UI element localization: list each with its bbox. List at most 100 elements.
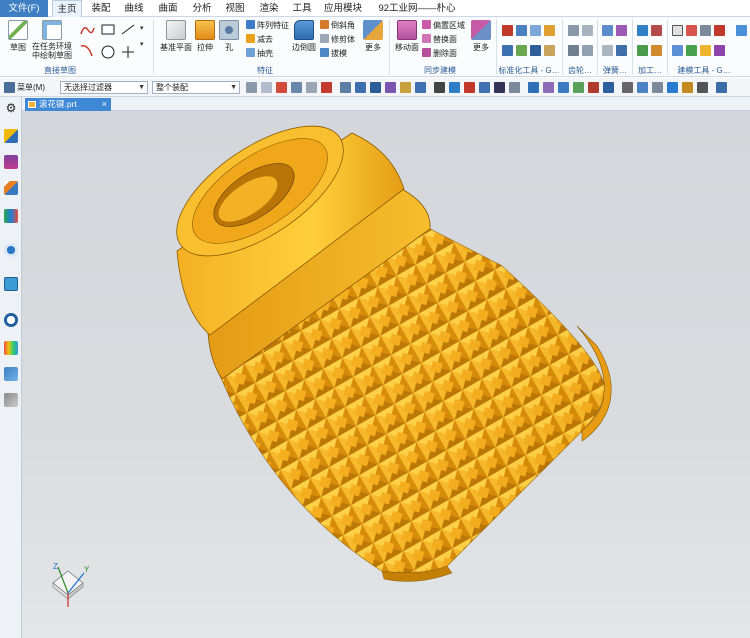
snap-tool-icon[interactable] <box>558 82 569 93</box>
history-clock-icon[interactable] <box>4 313 18 327</box>
sync-more-button[interactable]: 更多 <box>470 20 492 53</box>
std-tool-icon[interactable] <box>516 25 527 36</box>
snap-tool-icon[interactable] <box>682 82 693 93</box>
snap-tool-icon[interactable] <box>261 82 272 93</box>
settings-gear-icon[interactable]: ⚙ <box>4 101 18 115</box>
task-sketch-button[interactable]: 在任务环境中绘制草图 <box>32 20 72 60</box>
spring-tools-label[interactable]: 弹簧… <box>598 65 632 76</box>
snap-tool-icon[interactable] <box>276 82 287 93</box>
snap-tool-icon[interactable] <box>716 82 727 93</box>
selection-scope-dropdown[interactable]: 整个装配 ▼ <box>152 81 240 94</box>
snap-tool-icon[interactable] <box>637 82 648 93</box>
machining-icon[interactable] <box>651 25 662 36</box>
datum-plane-button[interactable]: 基准平面 <box>160 20 192 53</box>
std-tool-icon[interactable] <box>544 25 555 36</box>
tab-applications[interactable]: 应用模块 <box>320 0 366 17</box>
reuse-library-icon[interactable] <box>4 209 18 223</box>
spring-icon[interactable] <box>602 45 613 56</box>
machining-icon[interactable] <box>637 25 648 36</box>
close-icon[interactable]: × <box>102 98 107 111</box>
tab-home[interactable]: 主页 <box>52 0 82 17</box>
machining-icon[interactable] <box>651 45 662 56</box>
snap-tool-icon[interactable] <box>355 82 366 93</box>
snap-tool-icon[interactable] <box>321 82 332 93</box>
gear-icon[interactable] <box>568 45 579 56</box>
machining-tools-label[interactable]: 加工… <box>633 65 667 76</box>
std-tool-icon[interactable] <box>530 25 541 36</box>
gear-icon[interactable] <box>582 45 593 56</box>
snap-tool-icon[interactable] <box>306 82 317 93</box>
extrude-button[interactable]: 拉伸 <box>194 20 216 53</box>
gear-tools-label[interactable]: 齿轮… <box>565 65 595 76</box>
gear-icon[interactable] <box>568 25 579 36</box>
std-tool-icon[interactable] <box>502 45 513 56</box>
tab-view[interactable]: 视图 <box>220 0 250 17</box>
spring-icon[interactable] <box>602 25 613 36</box>
modeling-tool-icon[interactable] <box>700 25 711 36</box>
roles-icon[interactable] <box>4 393 18 407</box>
spring-icon[interactable] <box>616 45 627 56</box>
offset-region-button[interactable]: 偏置区域 <box>422 20 465 31</box>
snap-tool-icon[interactable] <box>434 82 445 93</box>
snap-tool-icon[interactable] <box>622 82 633 93</box>
draft-button[interactable]: 拔模 <box>320 48 347 59</box>
tab-curve[interactable]: 曲线 <box>119 0 149 17</box>
snap-tool-icon[interactable] <box>697 82 708 93</box>
constraint-navigator-icon[interactable] <box>4 155 18 169</box>
subtract-button[interactable]: 减去 <box>246 34 273 45</box>
edge-blend-button[interactable]: 边倒圆 <box>290 20 318 53</box>
snap-tool-icon[interactable] <box>291 82 302 93</box>
tab-render[interactable]: 渲染 <box>254 0 284 17</box>
std-tool-icon[interactable] <box>502 25 513 36</box>
snap-tool-icon[interactable] <box>370 82 381 93</box>
sketch-curve-tools[interactable]: ▾ ▾ <box>78 22 146 62</box>
ribbon-overflow-icon[interactable] <box>736 25 747 36</box>
process-studio-icon[interactable] <box>4 341 18 355</box>
tab-surface[interactable]: 曲面 <box>153 0 183 17</box>
std-tools-label[interactable]: 标准化工具 - G… <box>498 65 560 76</box>
snap-tool-icon[interactable] <box>603 82 614 93</box>
snap-tool-icon[interactable] <box>543 82 554 93</box>
snap-tool-icon[interactable] <box>340 82 351 93</box>
replace-face-button[interactable]: 替换面 <box>422 34 457 45</box>
modeling-tool-icon[interactable] <box>686 25 697 36</box>
modeling-tool-icon[interactable] <box>714 25 725 36</box>
tab-tools[interactable]: 工具 <box>287 0 317 17</box>
spring-icon[interactable] <box>616 25 627 36</box>
modeling-tool-icon[interactable] <box>686 45 697 56</box>
snap-tool-icon[interactable] <box>246 82 257 93</box>
sketch-button[interactable]: 草图 <box>6 20 30 53</box>
move-face-button[interactable]: 移动面 <box>394 20 420 53</box>
snap-tool-icon[interactable] <box>528 82 539 93</box>
snap-tool-icon[interactable] <box>494 82 505 93</box>
snap-tool-icon[interactable] <box>509 82 520 93</box>
snap-tool-icon[interactable] <box>385 82 396 93</box>
model-view[interactable]: Z Y X <box>22 111 750 638</box>
part-navigator-icon[interactable] <box>4 181 18 195</box>
modeling-tool-icon[interactable] <box>672 45 683 56</box>
delete-face-button[interactable]: 删除面 <box>422 48 457 59</box>
snap-tool-icon[interactable] <box>400 82 411 93</box>
snap-tool-icon[interactable] <box>652 82 663 93</box>
snap-tool-icon[interactable] <box>573 82 584 93</box>
feature-more-button[interactable]: 更多 <box>362 20 384 53</box>
modeling-tools-label[interactable]: 建模工具 - G… <box>668 65 740 76</box>
machining-icon[interactable] <box>637 45 648 56</box>
manufacturing-wizard-icon[interactable] <box>4 367 18 381</box>
menu-button[interactable]: 菜单(M) <box>17 82 45 93</box>
snap-tool-icon[interactable] <box>415 82 426 93</box>
snap-tool-icon[interactable] <box>588 82 599 93</box>
hd3d-tools-icon[interactable] <box>4 243 18 257</box>
extract-button[interactable]: 抽壳 <box>246 48 273 59</box>
pattern-feature-button[interactable]: 阵列特征 <box>246 20 289 31</box>
tab-assembly[interactable]: 装配 <box>86 0 116 17</box>
modeling-tool-icon[interactable] <box>700 45 711 56</box>
chamfer-button[interactable]: 倒斜角 <box>320 20 355 31</box>
menu-icon[interactable] <box>4 82 15 93</box>
gear-icon[interactable] <box>582 25 593 36</box>
web-browser-icon[interactable] <box>4 277 18 291</box>
std-tool-icon[interactable] <box>530 45 541 56</box>
document-tab[interactable]: 滚花键.prt × <box>25 98 111 111</box>
modeling-tool-icon[interactable] <box>714 45 725 56</box>
snap-tool-icon[interactable] <box>479 82 490 93</box>
